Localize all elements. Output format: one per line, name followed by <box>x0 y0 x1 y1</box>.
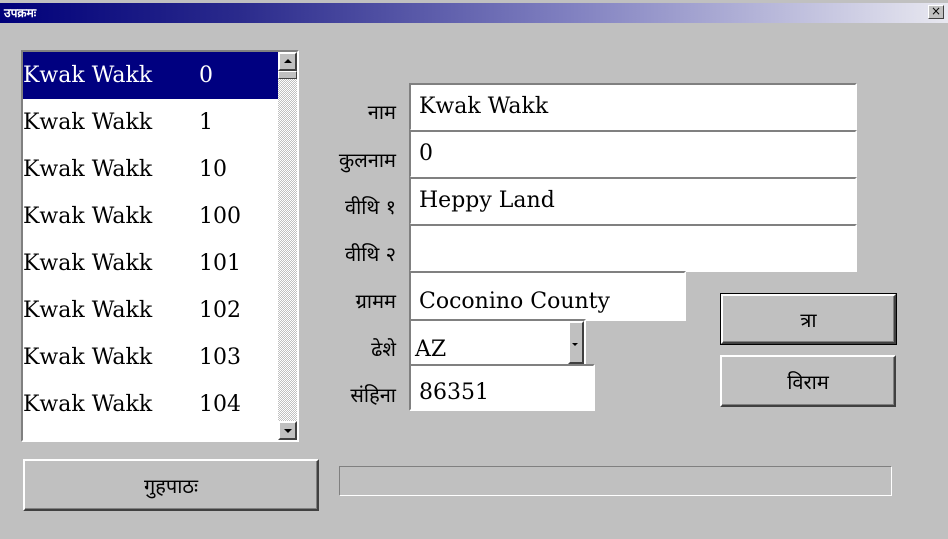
scroll-up-button[interactable] <box>278 52 297 71</box>
scroll-down-button[interactable] <box>278 421 297 440</box>
stop-button[interactable]: विराम <box>720 355 896 407</box>
list-item-number: 10 <box>199 157 227 182</box>
list-item-name: Kwak Wakk <box>23 345 153 370</box>
list-item-name: Kwak Wakk <box>23 392 153 417</box>
name-label: नाम <box>367 100 396 124</box>
state-dropdown-button[interactable] <box>568 321 584 364</box>
load-button[interactable]: गुहपाठः <box>23 459 319 511</box>
list-item-name: Kwak Wakk <box>23 110 153 135</box>
village-field[interactable]: Coconino County <box>409 271 686 321</box>
zip-field[interactable]: 86351 <box>409 364 595 411</box>
list-item-number: 102 <box>199 298 241 323</box>
list-item[interactable]: Kwak Wakk 104 <box>23 381 278 428</box>
title-bar[interactable]: उपक्रमः × <box>0 3 948 23</box>
state-label: ढेशे <box>371 337 396 361</box>
list-item-number: 100 <box>199 204 241 229</box>
list-item-number: 104 <box>199 392 241 417</box>
window-title: उपक्रमः <box>4 6 37 20</box>
list-item-name: Kwak Wakk <box>23 63 153 88</box>
list-item[interactable]: Kwak Wakk 10 <box>23 146 278 193</box>
name-field[interactable]: Kwak Wakk <box>409 83 857 131</box>
list-item-number: 101 <box>199 251 241 276</box>
chevron-down-icon <box>572 343 578 346</box>
records-listbox[interactable]: Kwak Wakk 0 Kwak Wakk 1 Kwak Wakk 10 Kwak Wakk… <box>21 50 299 442</box>
ok-button[interactable]: त्रा <box>720 293 897 345</box>
close-button[interactable]: × <box>928 5 944 19</box>
list-item-name: Kwak Wakk <box>23 157 153 182</box>
close-icon: × <box>930 4 942 18</box>
street2-field[interactable] <box>409 224 857 272</box>
list-item[interactable]: Kwak Wakk 100 <box>23 193 278 240</box>
state-combobox[interactable]: AZ <box>409 319 586 366</box>
list-items: Kwak Wakk 0 Kwak Wakk 1 Kwak Wakk 10 Kwak Wakk… <box>23 52 278 440</box>
state-value: AZ <box>415 337 447 362</box>
zip-label: संहिना <box>350 383 396 407</box>
list-item[interactable]: Kwak Wakk 103 <box>23 334 278 381</box>
list-item[interactable]: Kwak Wakk 101 <box>23 240 278 287</box>
street1-label: वीथि १ <box>344 195 396 219</box>
ok-button-label: त्रा <box>800 307 817 332</box>
list-item-number: 1 <box>199 110 213 135</box>
scroll-thumb[interactable] <box>278 71 297 79</box>
list-item[interactable]: Kwak Wakk 1 <box>23 99 278 146</box>
list-item-name: Kwak Wakk <box>23 298 153 323</box>
list-item[interactable]: Kwak Wakk 0 <box>23 52 278 99</box>
street2-label: वीथि २ <box>344 242 396 266</box>
arrow-down-icon <box>284 429 292 433</box>
list-item-number: 0 <box>199 63 213 88</box>
surname-label: कुलनाम <box>338 148 396 172</box>
village-label: ग्रामम <box>355 289 396 313</box>
list-item-name: Kwak Wakk <box>23 251 153 276</box>
street1-field[interactable]: Heppy Land <box>409 177 857 225</box>
dialog-window: उपक्रमः × Kwak Wakk 0 Kwak Wakk 1 Kwak Wakk 1… <box>0 0 948 539</box>
surname-field[interactable]: 0 <box>409 130 857 178</box>
progress-bar <box>339 466 892 496</box>
list-item-name: Kwak Wakk <box>23 204 153 229</box>
list-item[interactable]: Kwak Wakk 102 <box>23 287 278 334</box>
arrow-up-icon <box>284 59 292 63</box>
list-item-number: 103 <box>199 345 241 370</box>
stop-button-label: विराम <box>787 369 829 394</box>
load-button-label: गुहपाठः <box>143 473 199 498</box>
